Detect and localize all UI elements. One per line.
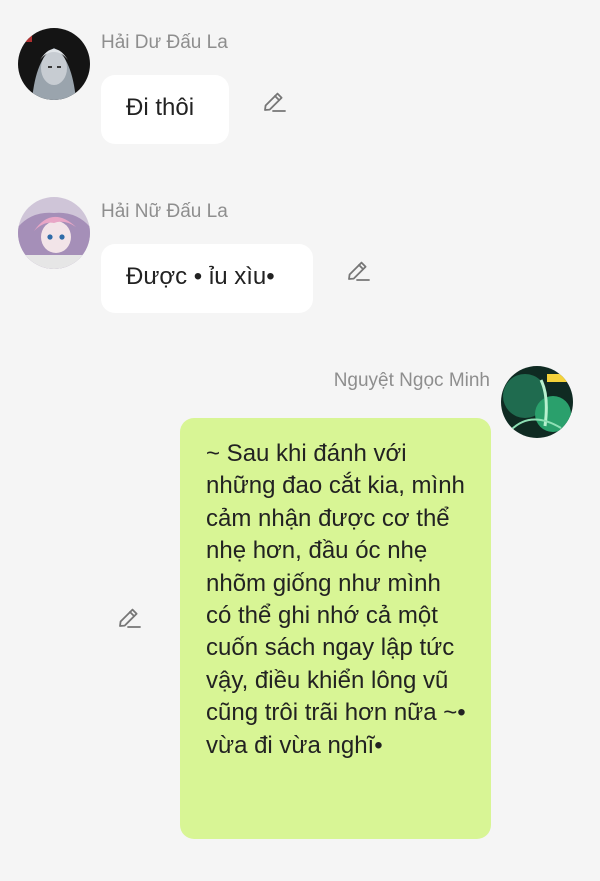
sender-name: Hải Dư Đấu La [101, 32, 228, 53]
dark-anime-avatar-icon [18, 28, 90, 100]
pencil-edit-icon[interactable] [116, 604, 144, 632]
message-bubble[interactable]: Được • ỉu xìu• [101, 244, 313, 313]
message-bubble[interactable]: Đi thôi [101, 75, 229, 144]
sender-name: Nguyệt Ngọc Minh [333, 370, 490, 391]
message-bubble[interactable]: ~ Sau khi đánh với những đao cắt kia, mì… [180, 418, 491, 839]
pencil-edit-icon[interactable] [345, 257, 373, 285]
pencil-edit-icon[interactable] [261, 88, 289, 116]
sender-avatar-hai-du-dau-la[interactable] [18, 28, 90, 100]
pink-anime-avatar-icon [18, 197, 90, 269]
sender-avatar-hai-nu-dau-la[interactable] [18, 197, 90, 269]
sender-avatar-nguyet-ngoc-minh[interactable] [501, 366, 573, 438]
green-anime-avatar-icon [501, 366, 573, 438]
sender-name: Hải Nữ Đấu La [101, 201, 228, 222]
